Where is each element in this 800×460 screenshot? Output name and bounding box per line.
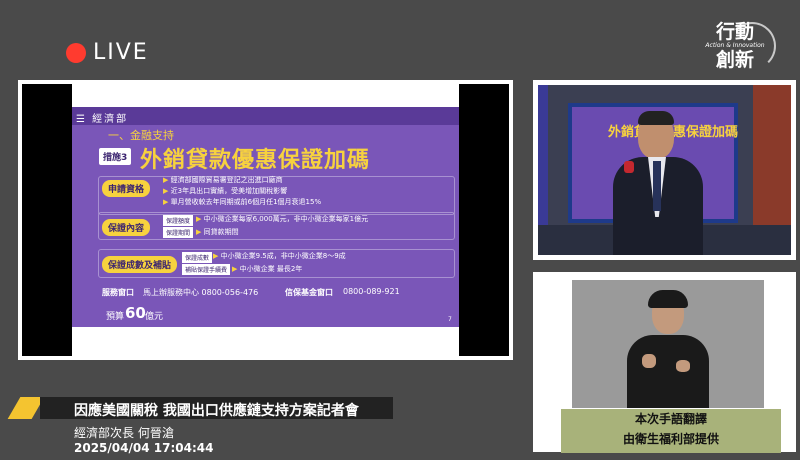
- caption-line1: 本次手語翻譯: [634, 412, 707, 426]
- budget-value: 60: [125, 304, 146, 322]
- measure-title: 外銷貸款優惠保證加碼: [140, 148, 371, 173]
- budget-label: 預算: [106, 312, 125, 322]
- letterbox-left: [22, 84, 72, 356]
- interpreter-hair: [648, 290, 688, 308]
- slide-page-number: 7: [448, 316, 452, 323]
- interpreter-hand: [642, 354, 656, 368]
- subsidy-pill: 保證成數及補貼: [102, 256, 178, 273]
- live-label: LIVE: [93, 40, 149, 65]
- section-heading: 一、金融支持: [108, 129, 174, 142]
- qualification-item: ▶ 近3年具出口實績，受美增加關稅影響: [163, 187, 288, 195]
- live-indicator-icon: [66, 43, 86, 63]
- lower-third-accent: [7, 397, 45, 419]
- qualification-item: ▶ 單月營收較去年同期或前6個月任1個月衰退15%: [163, 198, 322, 206]
- content-tag: 保證額度: [163, 215, 194, 226]
- fund-text: 0800-089-921: [343, 287, 400, 296]
- action-innovation-logo: 行動 Action & Innovation 創新: [700, 22, 776, 80]
- content-pill: 保證內容: [102, 219, 151, 236]
- speaker-name: 經濟部次長 何晉滄: [74, 426, 174, 440]
- interpreter-caption: 本次手語翻譯 由衛生福利部提供: [561, 409, 781, 453]
- event-title: 因應美國關稅 我國出口供應鏈支持方案記者會: [74, 403, 359, 419]
- caption-line2: 由衛生福利部提供: [622, 432, 719, 446]
- interpreter-body: [627, 335, 709, 408]
- subsidy-tag: 保證成數: [182, 252, 213, 263]
- content-text: ▶ 中小微企業每家6,000萬元，非中小微企業每家1億元: [196, 215, 369, 223]
- budget-unit: 億元: [145, 312, 164, 322]
- ministry-label: ☰ 經濟部: [76, 114, 129, 125]
- fund-label: 信保基金窗口: [285, 288, 333, 297]
- slide-header-bar: [72, 107, 459, 125]
- speaker-tie: [653, 161, 661, 211]
- subsidy-text: ▶ 中小微企業9.5成，非中小微企業8～9成: [213, 252, 346, 260]
- logo-ring-icon: [728, 22, 776, 70]
- subsidy-text: ▶ 中小微企業 最長2年: [232, 265, 303, 273]
- interpreter-hand: [676, 360, 690, 372]
- measure-badge: 措施3: [99, 148, 132, 165]
- content-tag: 保證期間: [163, 227, 194, 238]
- qualification-item: ▶ 經濟部國際貿易署登記之出進口廠商: [163, 176, 283, 184]
- letterbox-right: [459, 84, 509, 356]
- microphone-icon: [624, 161, 634, 173]
- broadcast-timestamp: 2025/04/04 17:04:44: [74, 441, 214, 455]
- content-text: ▶ 同貸款期間: [196, 228, 239, 236]
- sign-language-interpreter-video: [572, 280, 764, 408]
- service-text: 馬上辦服務中心 0800-056-476: [143, 288, 259, 297]
- speaker-video: 外銷貸款優惠保證加碼: [538, 85, 791, 255]
- subsidy-tag: 補貼保證手續費: [182, 264, 231, 275]
- service-label: 服務窗口: [102, 288, 134, 297]
- qualification-pill: 申請資格: [102, 180, 151, 197]
- speaker-hair: [638, 111, 674, 125]
